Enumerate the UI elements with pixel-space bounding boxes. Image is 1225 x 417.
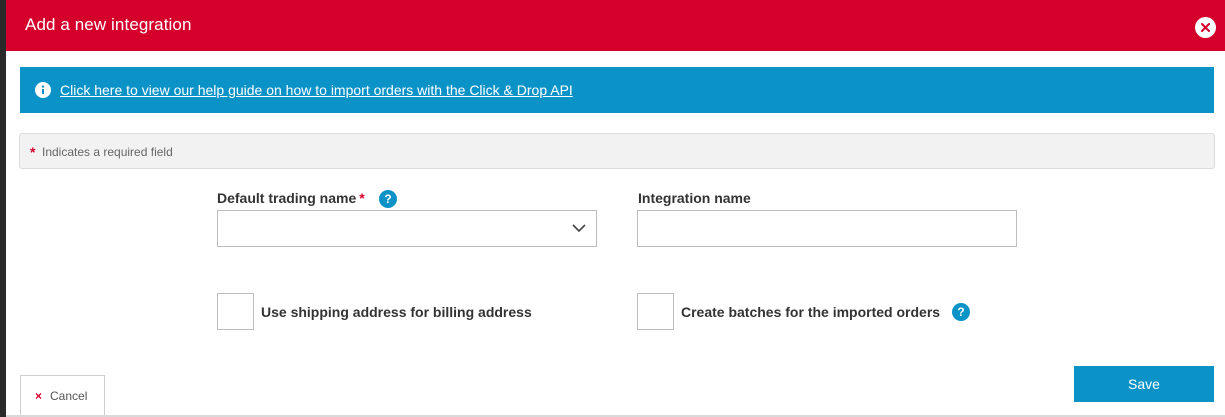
close-button[interactable] [1195, 17, 1216, 38]
shipping-billing-checkbox[interactable] [217, 293, 254, 330]
trading-name-help-icon[interactable]: ? [379, 190, 397, 208]
required-note-text: Indicates a required field [42, 145, 173, 159]
create-batches-label: Create batches for the imported orders [681, 304, 941, 320]
create-batches-checkbox[interactable] [637, 293, 674, 330]
save-button[interactable]: Save [1074, 366, 1214, 402]
chevron-down-icon [572, 224, 586, 233]
help-guide-banner: Click here to view our help guide on how… [20, 67, 1214, 113]
create-batches-help-icon[interactable]: ? [952, 303, 970, 321]
trading-name-label-text: Default trading name [217, 190, 357, 206]
required-star: * [30, 144, 36, 160]
close-icon [1201, 23, 1210, 32]
integration-name-label: Integration name [638, 190, 751, 206]
cancel-label: Cancel [50, 389, 88, 403]
cancel-button[interactable]: × Cancel [20, 375, 105, 417]
cancel-x-icon: × [35, 389, 43, 403]
add-integration-modal: Add a new integration Click here to view… [6, 0, 1225, 417]
integration-name-input[interactable] [637, 210, 1017, 247]
required-field-note: * Indicates a required field [19, 133, 1215, 169]
shipping-billing-label: Use shipping address for billing address [261, 304, 532, 320]
modal-header: Add a new integration [6, 0, 1225, 51]
trading-name-required-star: * [359, 190, 365, 206]
trading-name-label: Default trading name * [217, 190, 365, 206]
trading-name-select[interactable] [217, 210, 597, 247]
modal-title: Add a new integration [25, 15, 192, 34]
help-guide-link[interactable]: Click here to view our help guide on how… [60, 82, 573, 98]
info-icon [35, 82, 51, 98]
